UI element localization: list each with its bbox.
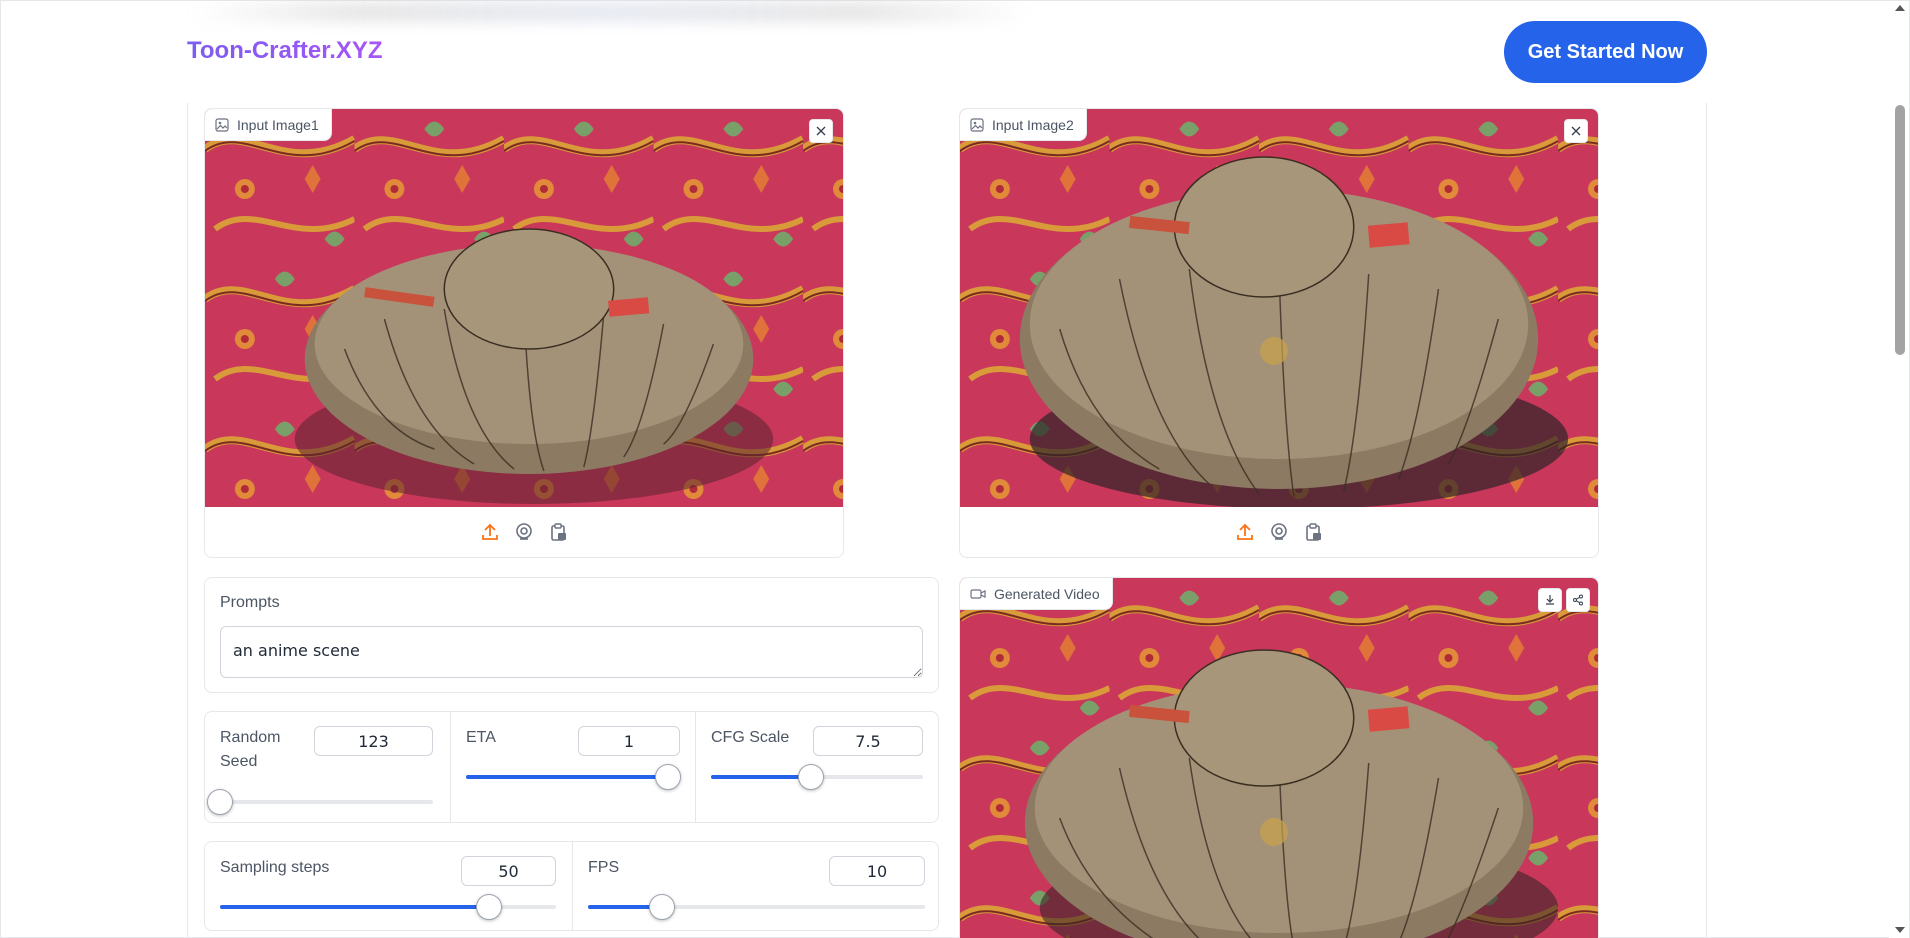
- fps-slider-thumb[interactable]: [649, 894, 676, 920]
- steps-slider-fill: [220, 905, 489, 909]
- steps-slider[interactable]: [220, 894, 556, 920]
- upload-icon[interactable]: [480, 522, 500, 542]
- generated-video-preview: [960, 578, 1598, 938]
- cfg-slider[interactable]: [711, 764, 923, 790]
- seed-input[interactable]: [314, 726, 433, 756]
- main-container: Input Image1 Input Image2 Prompts an ani…: [187, 103, 1707, 938]
- scroll-down-icon[interactable]: [1895, 927, 1905, 933]
- steps-cell: Sampling steps: [205, 842, 572, 930]
- page: Toon-Crafter.XYZ Get Started Now Input I…: [0, 0, 1910, 938]
- generated-video-label-text: Generated Video: [994, 585, 1100, 602]
- input-image2-label-text: Input Image2: [992, 116, 1074, 133]
- image-icon: [970, 117, 984, 132]
- input-image1-tools: [205, 507, 843, 557]
- input-image2-panel[interactable]: Input Image2: [959, 108, 1599, 558]
- steps-slider-thumb[interactable]: [475, 894, 502, 920]
- scrollbar[interactable]: [1889, 1, 1909, 938]
- webcam-icon[interactable]: [1269, 522, 1289, 542]
- eta-slider[interactable]: [466, 764, 681, 790]
- input-image1-label: Input Image1: [205, 109, 332, 141]
- clipboard-icon[interactable]: [548, 522, 568, 542]
- params-row2: Sampling steps FPS: [204, 841, 939, 931]
- image-icon: [215, 117, 229, 132]
- prompts-input[interactable]: [220, 626, 923, 678]
- get-started-button[interactable]: Get Started Now: [1504, 21, 1707, 83]
- fps-input[interactable]: [829, 856, 925, 886]
- fps-slider[interactable]: [588, 894, 925, 920]
- cfg-cell: CFG Scale: [695, 712, 940, 822]
- generated-video-panel[interactable]: Generated Video: [959, 577, 1599, 938]
- scrollbar-thumb[interactable]: [1895, 105, 1905, 355]
- input-image1-preview: [205, 109, 843, 507]
- eta-cell: ETA: [450, 712, 695, 822]
- eta-slider-fill: [466, 775, 668, 779]
- input-image2-preview: [960, 109, 1598, 507]
- eta-slider-thumb[interactable]: [655, 764, 681, 790]
- input-image2-label: Input Image2: [960, 109, 1087, 141]
- clipboard-icon[interactable]: [1303, 522, 1323, 542]
- cfg-input[interactable]: [813, 726, 923, 756]
- seed-cell: Random Seed: [205, 712, 450, 822]
- params-row1: Random Seed ETA CFG Scale: [204, 711, 939, 823]
- prompts-panel: Prompts: [204, 577, 939, 693]
- input-image1-panel[interactable]: Input Image1: [204, 108, 844, 558]
- seed-slider-thumb[interactable]: [207, 789, 233, 815]
- close-icon[interactable]: [809, 119, 833, 143]
- header: Toon-Crafter.XYZ Get Started Now: [1, 1, 1891, 103]
- input-image2-tools: [960, 507, 1598, 557]
- prompts-label: Prompts: [220, 594, 280, 611]
- upload-icon[interactable]: [1235, 522, 1255, 542]
- seed-label: Random Seed: [220, 729, 281, 770]
- share-icon[interactable]: [1566, 588, 1590, 612]
- generated-video-label: Generated Video: [960, 578, 1113, 610]
- video-actions: [1538, 588, 1590, 612]
- fps-cell: FPS: [572, 842, 940, 930]
- video-icon: [970, 588, 986, 599]
- download-icon[interactable]: [1538, 588, 1562, 612]
- scroll-up-icon[interactable]: [1895, 5, 1905, 11]
- eta-input[interactable]: [578, 726, 680, 756]
- brand-logo[interactable]: Toon-Crafter.XYZ: [187, 37, 383, 65]
- cfg-slider-thumb[interactable]: [797, 764, 824, 790]
- steps-input[interactable]: [461, 856, 556, 886]
- webcam-icon[interactable]: [514, 522, 534, 542]
- input-image1-label-text: Input Image1: [237, 116, 319, 133]
- seed-slider[interactable]: [207, 789, 433, 815]
- cfg-slider-fill: [711, 775, 811, 779]
- close-icon[interactable]: [1564, 119, 1588, 143]
